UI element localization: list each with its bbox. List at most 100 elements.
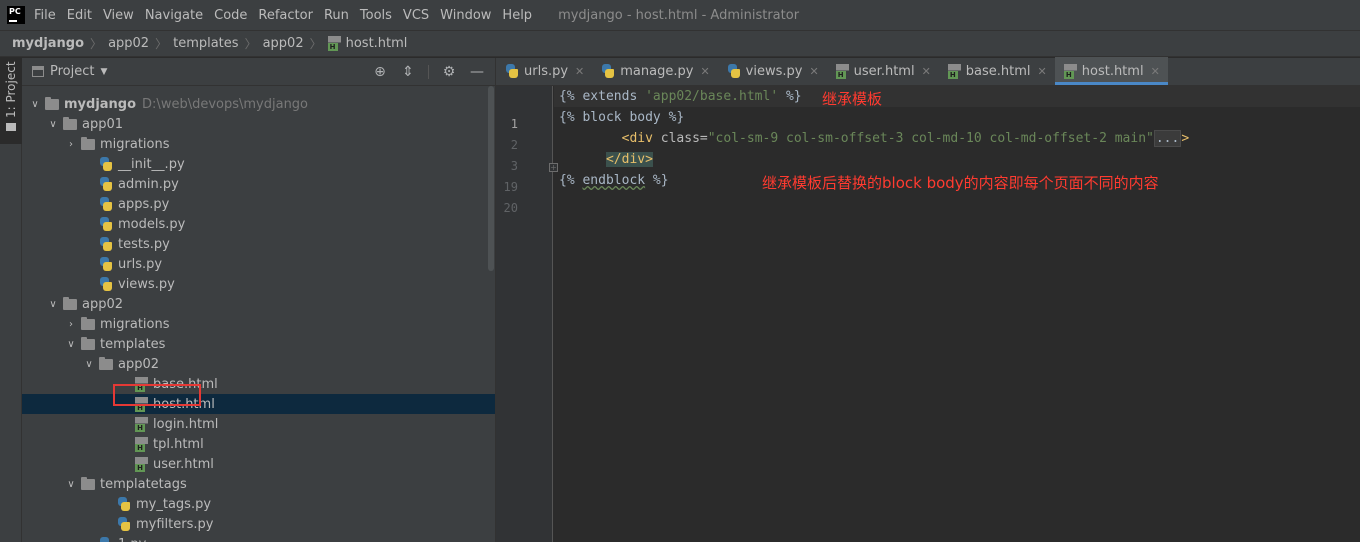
menu-code[interactable]: Code — [214, 8, 247, 23]
python-file-icon — [99, 217, 113, 231]
scrollbar-thumb[interactable] — [488, 86, 494, 271]
python-file-icon — [727, 64, 741, 78]
python-file-icon — [505, 64, 519, 78]
menu-run[interactable]: Run — [324, 8, 349, 23]
editor-tab[interactable]: manage.py ✕ — [592, 57, 717, 85]
project-path: D:\web\devops\mydjango — [142, 96, 309, 112]
tree-item[interactable]: my_tags.py — [22, 494, 495, 514]
python-file-icon — [99, 257, 113, 271]
chevron-down-icon[interactable]: ∨ — [83, 359, 95, 370]
tree-item-label: my_tags.py — [136, 496, 212, 512]
tree-item-label: migrations — [100, 316, 170, 332]
python-file-icon — [117, 497, 131, 511]
tree-item[interactable]: apps.py — [22, 194, 495, 214]
python-file-icon — [99, 177, 113, 191]
tree-item[interactable]: ∨ templatetags — [22, 474, 495, 494]
menu-bar: PC File Edit View Navigate Code Refactor… — [0, 0, 1360, 30]
editor-tab[interactable]: base.html ✕ — [939, 57, 1055, 85]
tree-item-label: app02 — [82, 296, 124, 312]
breadcrumb-item-mydjango[interactable]: mydjango — [12, 36, 84, 51]
close-icon[interactable]: ✕ — [809, 65, 818, 78]
chevron-down-icon[interactable]: ∨ — [65, 479, 77, 490]
tree-item-label: templatetags — [100, 476, 187, 492]
folder-icon — [63, 116, 77, 130]
tab-label: urls.py — [524, 63, 569, 79]
tree-item[interactable]: models.py — [22, 214, 495, 234]
breadcrumb-item-host-html[interactable]: host.html — [327, 36, 407, 51]
tree-item[interactable]: › migrations — [22, 134, 495, 154]
tree-item[interactable]: login.html — [22, 414, 495, 434]
tree-item[interactable]: tests.py — [22, 234, 495, 254]
tree-item[interactable]: host.html — [22, 394, 495, 414]
menu-vcs[interactable]: VCS — [403, 8, 429, 23]
tree-item[interactable]: myfilters.py — [22, 514, 495, 534]
tree-item-label: views.py — [118, 276, 175, 292]
tree-item[interactable]: 1.py — [22, 534, 495, 542]
tree-item[interactable]: ∨ app02 — [22, 294, 495, 314]
menu-window[interactable]: Window — [440, 8, 491, 23]
hide-panel-icon[interactable]: — — [469, 64, 485, 80]
chevron-down-icon[interactable]: ∨ — [65, 339, 77, 350]
settings-gear-icon[interactable]: ⚙ — [441, 64, 457, 80]
chevron-down-icon[interactable]: ▼ — [100, 67, 107, 77]
tree-item[interactable]: __init__.py — [22, 154, 495, 174]
editor-tab[interactable]: urls.py ✕ — [496, 57, 592, 85]
collapse-all-icon[interactable]: ⇕ — [400, 64, 416, 80]
editor-tab[interactable]: user.html ✕ — [827, 57, 939, 85]
folder-icon — [81, 476, 95, 490]
chevron-down-icon[interactable]: ∨ — [29, 99, 41, 110]
tree-item[interactable]: urls.py — [22, 254, 495, 274]
tree-item[interactable]: ∨ app01 — [22, 114, 495, 134]
folder-icon — [63, 296, 77, 310]
tree-item[interactable]: ∨ mydjango D:\web\devops\mydjango — [22, 94, 495, 114]
tree-item[interactable]: › migrations — [22, 314, 495, 334]
tree-item[interactable]: ∨ app02 — [22, 354, 495, 374]
menu-tools[interactable]: Tools — [360, 8, 392, 23]
line-number: 20 — [503, 201, 518, 215]
chevron-right-icon[interactable]: › — [65, 139, 77, 150]
editor-tab[interactable]: views.py ✕ — [718, 57, 827, 85]
project-view-selector[interactable]: Project — [50, 64, 94, 79]
code-editor[interactable]: {% extends 'app02/base.html' %} {% block… — [554, 86, 1360, 542]
close-icon[interactable]: ✕ — [1038, 65, 1047, 78]
chevron-down-icon[interactable]: ∨ — [47, 119, 59, 130]
tree-item-label: __init__.py — [118, 156, 185, 172]
python-file-icon — [117, 517, 131, 531]
editor-tab[interactable]: host.html ✕ — [1054, 57, 1168, 85]
locate-icon[interactable]: ⊕ — [372, 64, 388, 80]
tree-item[interactable]: admin.py — [22, 174, 495, 194]
tree-item[interactable]: base.html — [22, 374, 495, 394]
menu-view[interactable]: View — [103, 8, 134, 23]
folder-icon — [81, 316, 95, 330]
menu-edit[interactable]: Edit — [67, 8, 92, 23]
chevron-down-icon[interactable]: ∨ — [47, 299, 59, 310]
folded-code-placeholder[interactable]: ... — [1153, 130, 1182, 147]
menu-navigate[interactable]: Navigate — [145, 8, 203, 23]
tool-window-stripe: 1: Project — [0, 58, 22, 542]
window-title: mydjango - host.html - Administrator — [558, 7, 800, 23]
folder-icon — [99, 356, 113, 370]
tree-item-label: urls.py — [118, 256, 163, 272]
tree-item-label: tpl.html — [153, 436, 204, 452]
tree-item[interactable]: tpl.html — [22, 434, 495, 454]
close-icon[interactable]: ✕ — [700, 65, 709, 78]
tree-scrollbar[interactable] — [487, 86, 495, 542]
breadcrumb-item-templates[interactable]: templates — [173, 36, 238, 51]
close-icon[interactable]: ✕ — [575, 65, 584, 78]
close-icon[interactable]: ✕ — [922, 65, 931, 78]
breadcrumb-separator-icon: 〉 — [90, 37, 103, 51]
chevron-right-icon[interactable]: › — [65, 319, 77, 330]
tab-label: host.html — [1081, 63, 1144, 79]
menu-file[interactable]: File — [34, 8, 56, 23]
tree-item-label: myfilters.py — [136, 516, 214, 532]
tree-item[interactable]: ∨ templates — [22, 334, 495, 354]
project-tool-window-button[interactable]: 1: Project — [0, 58, 22, 144]
menu-refactor[interactable]: Refactor — [258, 8, 313, 23]
tree-item[interactable]: user.html — [22, 454, 495, 474]
breadcrumb-item-app02-sub[interactable]: app02 — [263, 36, 304, 51]
tree-item[interactable]: views.py — [22, 274, 495, 294]
menu-help[interactable]: Help — [502, 8, 532, 23]
close-icon[interactable]: ✕ — [1151, 65, 1160, 78]
breadcrumb-item-app02[interactable]: app02 — [108, 36, 149, 51]
breadcrumb-separator-icon: 〉 — [155, 37, 168, 51]
